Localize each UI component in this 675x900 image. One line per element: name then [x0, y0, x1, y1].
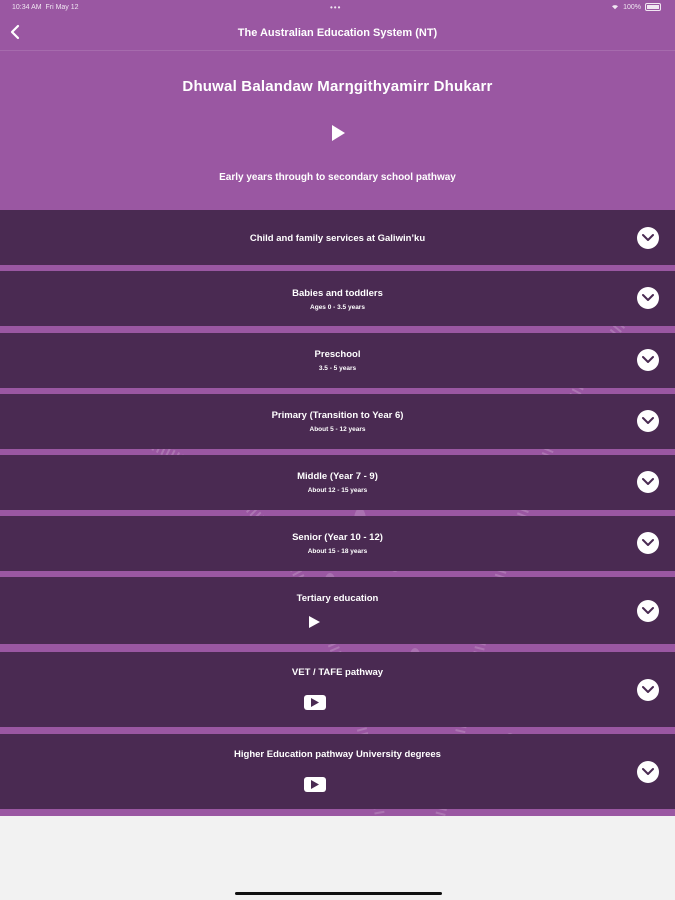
section-subtitle: Ages 0 - 3.5 years	[310, 304, 365, 311]
youtube-play-icon[interactable]	[304, 695, 326, 710]
section-title: Primary (Transition to Year 6)	[271, 410, 404, 421]
status-time: 10:34 AM Fri May 12	[12, 4, 79, 11]
section-preschool[interactable]: Preschool 3.5 - 5 years	[0, 333, 675, 388]
section-vet-tafe[interactable]: VET / TAFE pathway	[0, 652, 675, 727]
section-babies-toddlers[interactable]: Babies and toddlers Ages 0 - 3.5 years	[0, 271, 675, 326]
chevron-down-icon[interactable]	[637, 287, 659, 309]
multitask-dots: •••	[330, 3, 342, 12]
navigation-bar: The Australian Education System (NT)	[0, 16, 675, 51]
section-senior[interactable]: Senior (Year 10 - 12) About 15 - 18 year…	[0, 516, 675, 571]
wifi-icon	[612, 5, 619, 10]
page-title: Dhuwal Balandaw Marŋgithyamirr Dhukarr	[182, 78, 493, 95]
play-icon[interactable]	[329, 124, 347, 142]
section-subtitle: About 5 - 12 years	[309, 426, 366, 433]
chevron-down-icon[interactable]	[637, 600, 659, 622]
nav-title: The Australian Education System (NT)	[237, 27, 438, 39]
section-child-family-services[interactable]: Child and family services at Galiwin’ku	[0, 210, 675, 265]
section-title: Higher Education pathway University degr…	[234, 749, 441, 760]
section-subtitle: 3.5 - 5 years	[318, 365, 357, 372]
section-title: Senior (Year 10 - 12)	[292, 532, 383, 543]
chevron-down-icon[interactable]	[637, 227, 659, 249]
chevron-down-icon[interactable]	[637, 349, 659, 371]
battery-percent: 100%	[623, 3, 641, 11]
section-primary[interactable]: Primary (Transition to Year 6) About 5 -…	[0, 394, 675, 449]
chevron-down-icon[interactable]	[637, 471, 659, 493]
youtube-play-icon[interactable]	[304, 777, 326, 792]
home-indicator[interactable]	[235, 892, 442, 895]
section-subtitle: About 15 - 18 years	[307, 548, 368, 555]
section-title: Child and family services at Galiwin’ku	[249, 233, 426, 244]
page-subtitle: Early years through to secondary school …	[219, 172, 456, 183]
status-right: 100%	[611, 3, 661, 11]
section-tertiary[interactable]: Tertiary education	[0, 577, 675, 644]
chevron-down-icon[interactable]	[637, 679, 659, 701]
chevron-down-icon[interactable]	[637, 761, 659, 783]
section-middle[interactable]: Middle (Year 7 - 9) About 12 - 15 years	[0, 455, 675, 510]
section-title: Preschool	[314, 349, 361, 360]
chevron-down-icon[interactable]	[637, 410, 659, 432]
play-icon[interactable]	[307, 615, 321, 629]
status-bar: 10:34 AM Fri May 12 ••• 100%	[0, 0, 675, 16]
section-title: Middle (Year 7 - 9)	[297, 471, 378, 482]
battery-icon	[645, 3, 661, 11]
app-screen: 10:34 AM Fri May 12 ••• 100% The Austral…	[0, 0, 675, 816]
section-title: VET / TAFE pathway	[291, 667, 384, 678]
section-title: Tertiary education	[296, 593, 379, 604]
section-higher-education[interactable]: Higher Education pathway University degr…	[0, 734, 675, 809]
section-title: Babies and toddlers	[292, 288, 383, 299]
chevron-down-icon[interactable]	[637, 532, 659, 554]
section-subtitle: About 12 - 15 years	[307, 487, 368, 494]
header: Dhuwal Balandaw Marŋgithyamirr Dhukarr E…	[0, 50, 675, 210]
